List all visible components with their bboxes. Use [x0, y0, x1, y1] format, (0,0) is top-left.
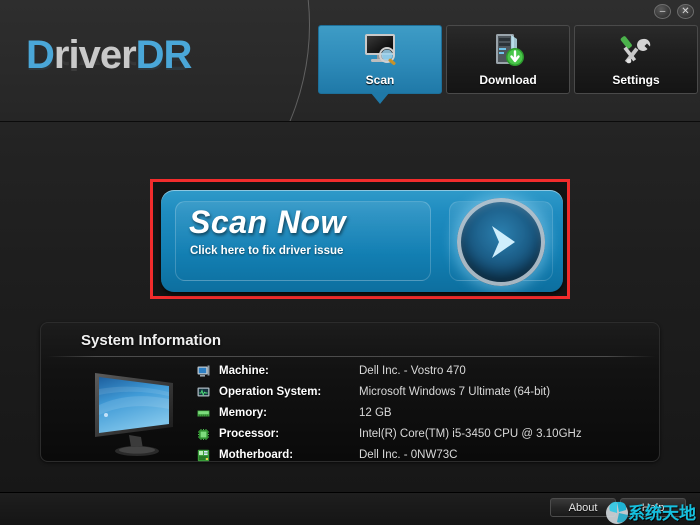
logo-part-3: DR [135, 33, 193, 77]
scan-button-highlight-frame: Scan Now Click here to fix driver issue [150, 179, 570, 299]
driverdr-application-window: – ✕ DriverDR DriverDR Scan Download Sett… [0, 0, 700, 525]
table-row: Machine: Dell Inc. - Vostro 470 [197, 361, 653, 381]
memory-icon [197, 407, 219, 420]
tab-download-label: Download [479, 73, 537, 87]
title-header-bar: – ✕ DriverDR DriverDR Scan Download Sett… [0, 0, 700, 122]
app-logo: DriverDR [26, 33, 193, 78]
screwdriver-wrench-icon [615, 31, 657, 71]
tab-scan[interactable]: Scan [318, 25, 442, 104]
logo-part-1: D [26, 33, 55, 77]
tower-download-icon [487, 31, 529, 71]
main-navigation-tabs: Scan Download Settings [318, 25, 700, 104]
play-arrow-icon[interactable] [457, 198, 545, 286]
operation-system-value: Microsoft Windows 7 Ultimate (64-bit) [359, 386, 551, 398]
motherboard-value: Dell Inc. - 0NW73C [359, 449, 458, 461]
table-row: Processor: Intel(R) Core(TM) i5-3450 CPU… [197, 424, 653, 444]
scan-now-button[interactable]: Scan Now Click here to fix driver issue [161, 190, 563, 292]
table-row: Operation System: Microsoft Windows 7 Ul… [197, 382, 653, 402]
motherboard-icon [197, 449, 219, 462]
table-row: Memory: 12 GB [197, 403, 653, 423]
machine-value: Dell Inc. - Vostro 470 [359, 365, 466, 377]
motherboard-label: Motherboard: [219, 449, 294, 461]
tab-settings-label: Settings [612, 73, 660, 87]
processor-label: Processor: [219, 428, 280, 440]
tab-settings[interactable]: Settings [574, 25, 698, 94]
logo-part-2: river [53, 33, 137, 77]
scan-now-subtitle: Click here to fix driver issue [190, 245, 344, 257]
monitor-magnifier-icon [359, 31, 401, 71]
table-row: Motherboard: Dell Inc. - 0NW73C [197, 445, 653, 465]
memory-label: Memory: [219, 407, 267, 419]
watermark-text: 系统天地 [628, 504, 696, 523]
machine-icon [197, 365, 219, 378]
main-content-area: Scan Now Click here to fix driver issue … [0, 122, 700, 525]
system-information-rows: Machine: Dell Inc. - Vostro 470 Operatio… [197, 361, 653, 466]
desktop-monitor-image [73, 365, 193, 457]
os-icon [197, 386, 219, 399]
processor-value: Intel(R) Core(TM) i5-3450 CPU @ 3.10GHz [359, 428, 582, 440]
footer-bar: About Help 系统天地 [0, 492, 700, 525]
tab-download[interactable]: Download [446, 25, 570, 94]
window-controls: – ✕ [654, 4, 694, 19]
memory-value: 12 GB [359, 407, 392, 419]
tab-scan-label: Scan [365, 73, 395, 87]
panel-divider [47, 356, 655, 357]
system-information-panel: System Information Machine: Dell Inc. - … [40, 322, 660, 462]
machine-label: Machine: [219, 365, 269, 377]
minimize-button[interactable]: – [654, 4, 671, 19]
scan-now-title: Scan Now [189, 204, 346, 240]
processor-icon [197, 428, 219, 441]
active-tab-pointer [371, 93, 389, 104]
close-button[interactable]: ✕ [677, 4, 694, 19]
system-information-title: System Information [81, 332, 222, 349]
operation-system-label: Operation System: [219, 386, 322, 398]
